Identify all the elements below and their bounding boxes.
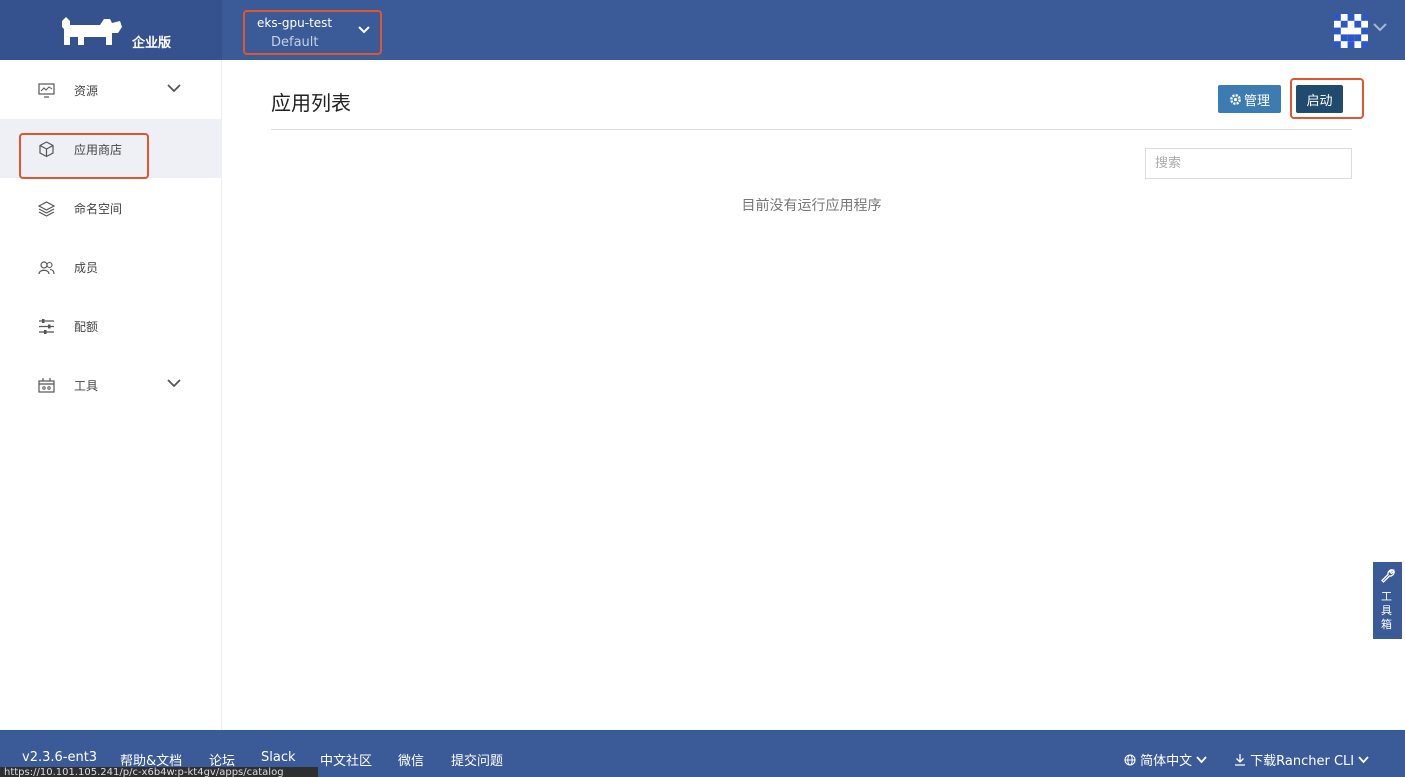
wrench-icon (1381, 569, 1395, 583)
top-header: 企业版 eks-gpu-test Default (0, 0, 1405, 60)
page-title: 应用列表 (271, 91, 351, 115)
cluster-project-selector[interactable]: eks-gpu-test Default (243, 10, 382, 55)
users-icon (38, 261, 55, 275)
language-label: 简体中文 (1140, 754, 1193, 769)
sliders-icon (39, 319, 54, 334)
download-icon (1235, 754, 1245, 766)
footer-link-issue[interactable]: 提交问题 (451, 750, 503, 769)
launch-button[interactable]: 启动 (1296, 85, 1343, 113)
globe-icon (1124, 754, 1136, 766)
chevron-down-icon (167, 84, 181, 93)
toolbox-tab[interactable]: 工具箱 (1373, 562, 1402, 639)
version-label: v2.3.6-ent3 (22, 750, 98, 765)
footer-link-community[interactable]: 中文社区 (320, 750, 372, 769)
gear-icon (1230, 93, 1241, 105)
cluster-name: eks-gpu-test (257, 16, 333, 30)
manage-label: 管理 (1243, 93, 1270, 109)
sidebar-item-quotas[interactable]: 配额 (0, 296, 222, 355)
app-store-highlight (19, 133, 149, 179)
download-cli-label: 下载Rancher CLI (1250, 754, 1355, 769)
user-avatar[interactable] (1334, 14, 1368, 48)
sidebar-item-members[interactable]: 成员 (0, 237, 222, 296)
sidebar-item-label: 成员 (74, 261, 99, 275)
sidebar-item-tools[interactable]: 工具 (0, 355, 222, 414)
language-selector[interactable]: 简体中文 (1124, 750, 1207, 769)
edition-label: 企业版 (132, 36, 172, 51)
status-bar-url: https://10.101.105.241/p/c-x6b4w:p-kt4gv… (0, 767, 318, 777)
layers-icon (38, 201, 55, 217)
sidebar-item-label: 配额 (74, 320, 99, 334)
download-cli-menu[interactable]: 下载Rancher CLI (1234, 750, 1369, 769)
rancher-logo-icon (62, 17, 122, 45)
sidebar-item-label: 命名空间 (74, 202, 123, 216)
user-menu-chevron-icon[interactable] (1373, 23, 1387, 32)
monitor-icon (38, 83, 55, 98)
sidebar-item-label: 资源 (74, 84, 99, 98)
footer-link-slack[interactable]: Slack (261, 750, 296, 765)
logo-area[interactable]: 企业版 (0, 0, 222, 60)
project-name: Default (271, 35, 319, 50)
manage-catalogs-button[interactable]: 管理 (1218, 85, 1281, 113)
title-divider (271, 129, 1352, 130)
toolbox-icon (38, 378, 55, 393)
chevron-down-icon (358, 26, 370, 34)
chevron-down-icon (1196, 756, 1207, 764)
search-input[interactable] (1145, 148, 1352, 179)
empty-state-message: 目前没有运行应用程序 (741, 198, 882, 214)
sidebar-item-resources[interactable]: 资源 (0, 60, 222, 119)
footer-link-wechat[interactable]: 微信 (398, 750, 424, 769)
sidebar-item-namespaces[interactable]: 命名空间 (0, 178, 222, 237)
sidebar-item-label: 工具 (74, 379, 99, 393)
chevron-down-icon (1358, 756, 1369, 764)
chevron-down-icon (167, 379, 181, 388)
toolbox-label: 工具箱 (1381, 590, 1392, 631)
